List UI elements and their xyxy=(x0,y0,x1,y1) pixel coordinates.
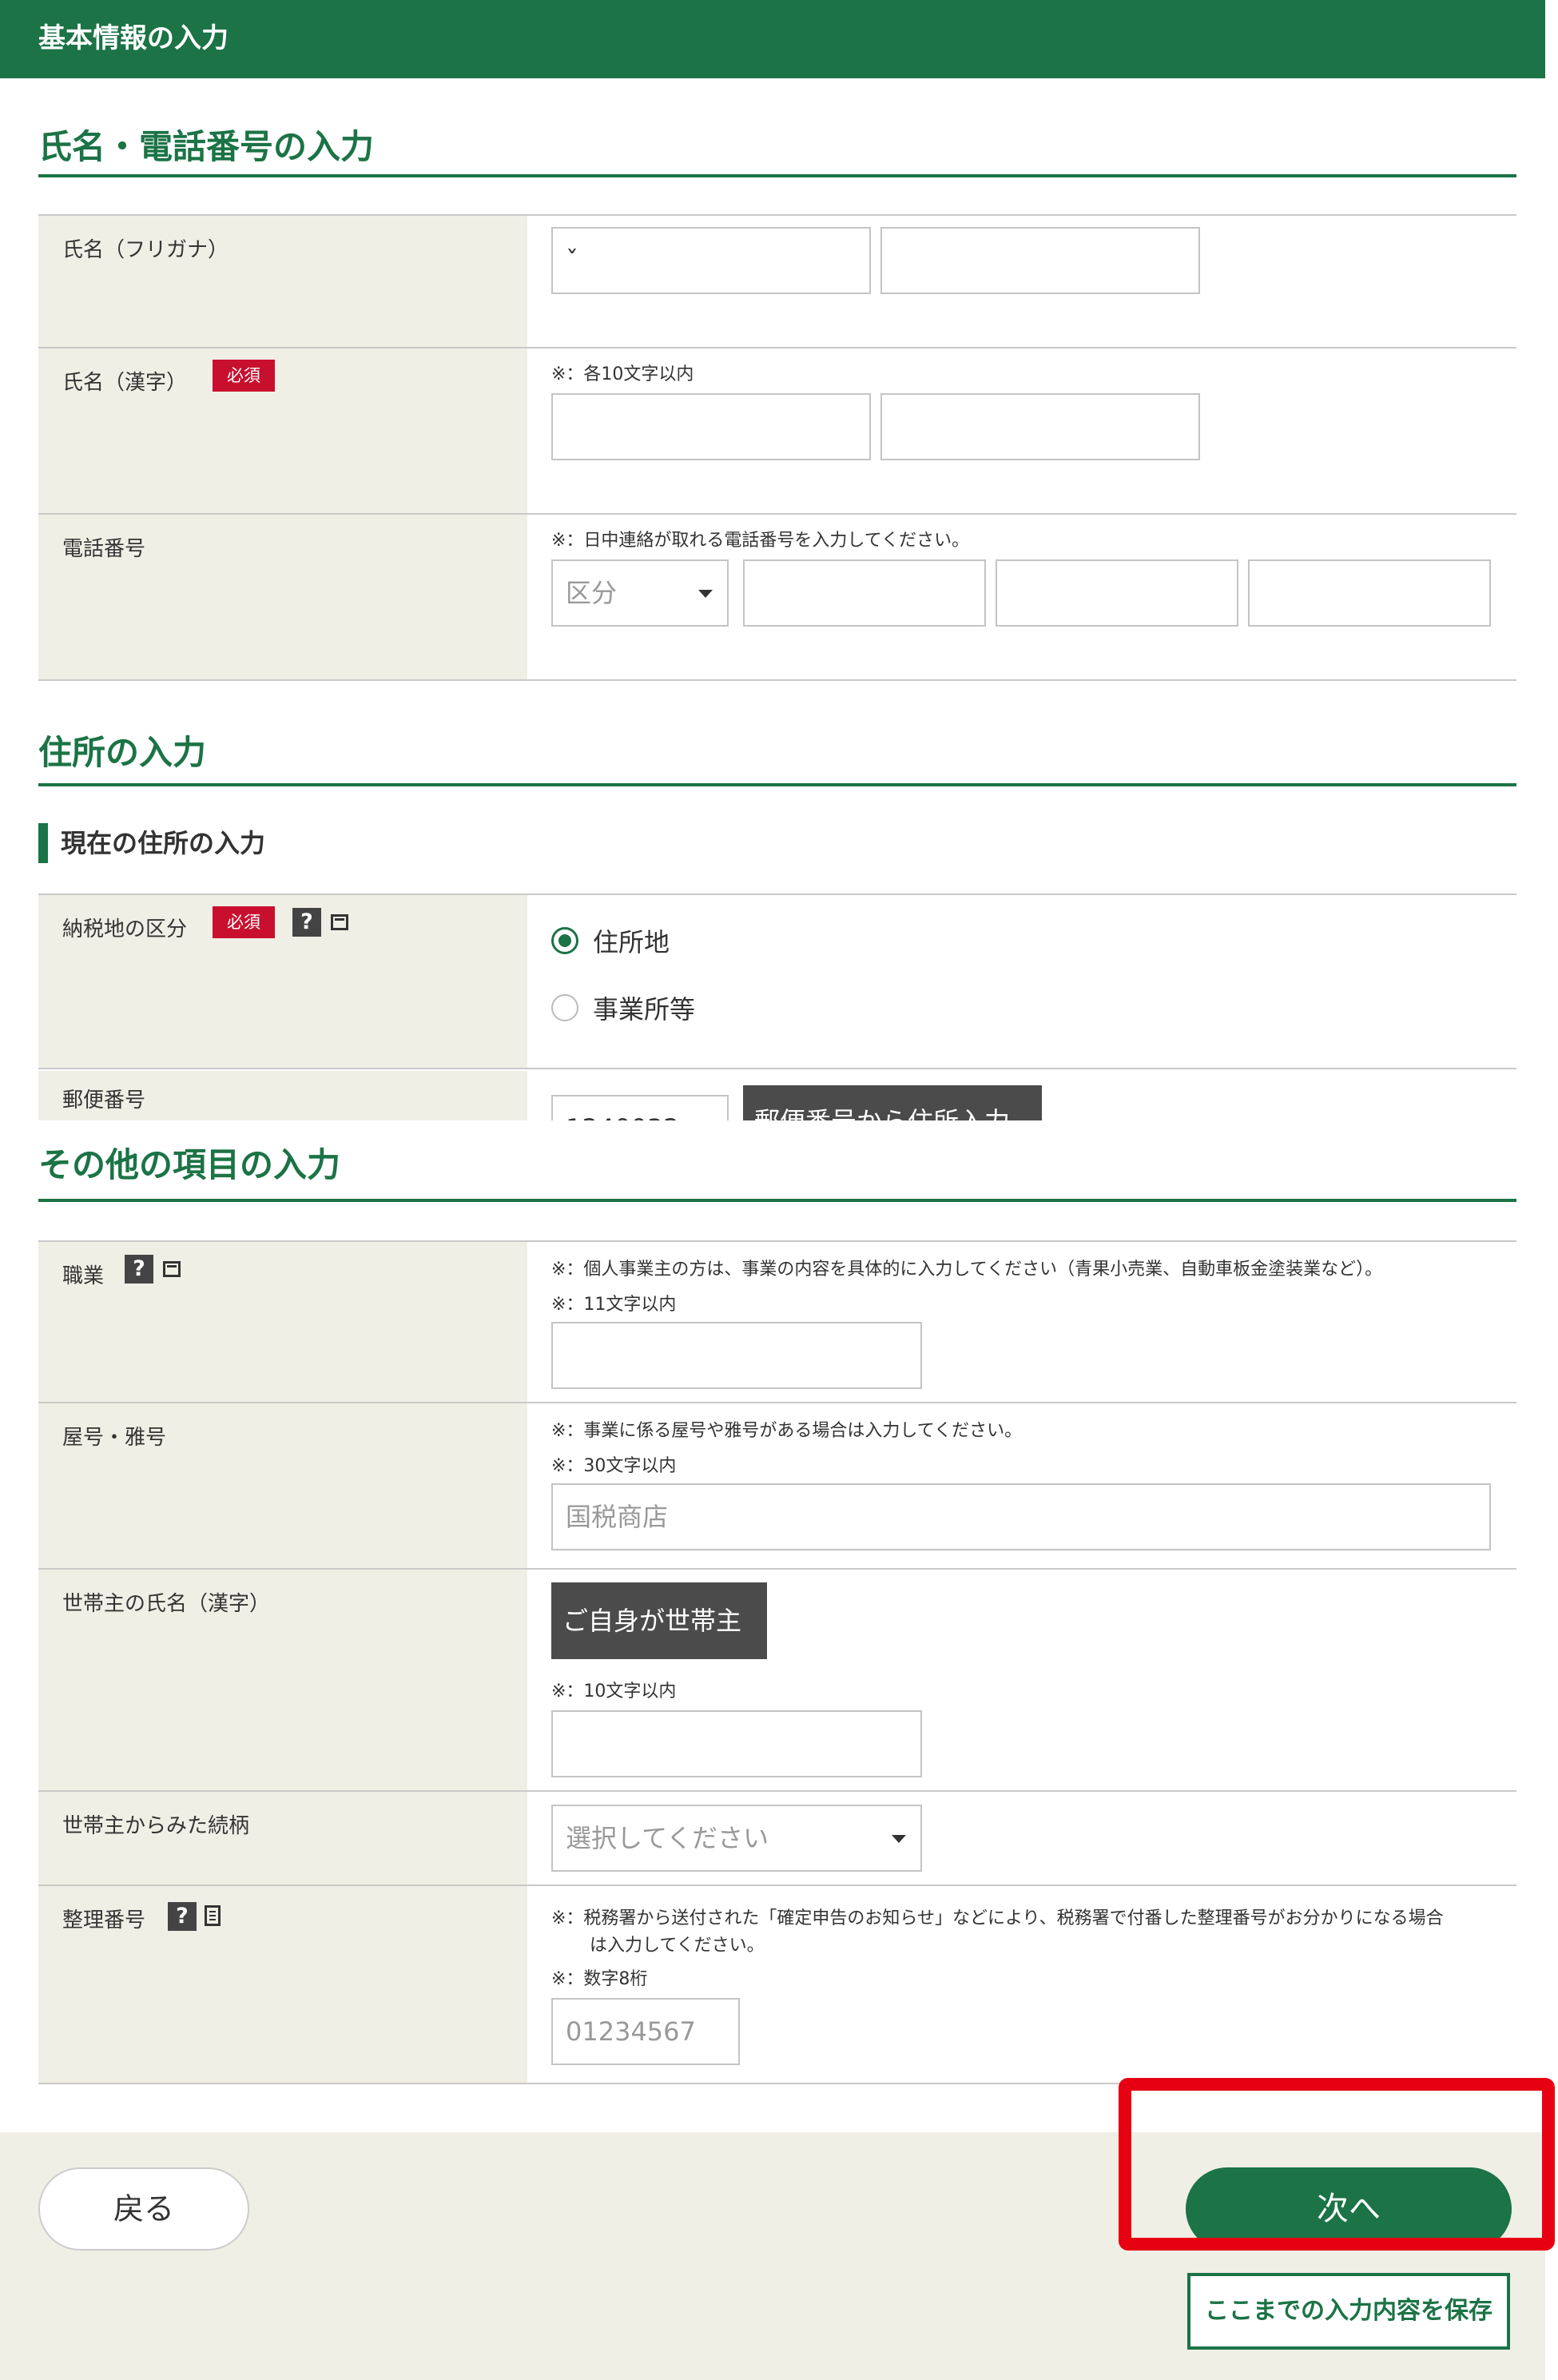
phone-part3-input[interactable] xyxy=(1248,559,1491,627)
row-label-cell: 氏名（フリガナ） xyxy=(38,216,527,347)
phone-type-select[interactable]: 区分 xyxy=(551,559,729,627)
radio-address-label: 住所地 xyxy=(593,927,670,957)
radio-business-place[interactable] xyxy=(551,994,578,1021)
row-label-cell: 世帯主の氏名（漢字） xyxy=(38,1570,527,1790)
row-label-cell: 世帯主からみた続柄 xyxy=(38,1792,527,1884)
label-relation: 世帯主からみた続柄 xyxy=(62,1814,250,1838)
label-ref-number: 整理番号 xyxy=(62,1908,146,1932)
row-trade-name: 屋号・雅号 ※：事業に係る屋号や雅号がある場合は入力してください。 ※：30文字… xyxy=(38,1403,1516,1570)
label-occupation: 職業 xyxy=(62,1264,105,1288)
chevron-down-icon xyxy=(892,1835,906,1843)
label-kanji-name: 氏名（漢字） xyxy=(62,371,188,395)
kanji-first-input[interactable] xyxy=(880,393,1200,460)
row-occupation: 職業 ? ※：個人事業主の方は、事業の内容を具体的に入力してください（青果小売業… xyxy=(38,1242,1516,1403)
row-label-cell: 屋号・雅号 xyxy=(38,1403,527,1568)
help-icon[interactable]: ? xyxy=(292,908,321,937)
row-phone: 電話番号 ※：日中連絡が取れる電話番号を入力してください。 区分 xyxy=(38,515,1516,681)
section-title-address: 住所の入力 xyxy=(38,726,1516,786)
trade-name-note-1: ※：事業に係る屋号や雅号がある場合は入力してください。 xyxy=(551,1421,1023,1441)
label-trade-name: 屋号・雅号 xyxy=(62,1426,167,1450)
subsection-title-current-address: 現在の住所の入力 xyxy=(38,823,265,863)
row-label-cell: 電話番号 xyxy=(38,515,527,679)
row-postal: 郵便番号 1240032 郵便番号から住所入力 xyxy=(38,1071,1516,1120)
row-ref-number: 整理番号 ? ※：税務署から送付された「確定申告のお知らせ」などにより、税務署で… xyxy=(38,1886,1516,2084)
chevron-down-icon xyxy=(698,590,713,598)
row-label-cell: 整理番号 ? xyxy=(38,1886,527,2083)
label-furigana: 氏名（フリガナ） xyxy=(62,238,229,262)
kanji-note: ※：各10文字以内 xyxy=(551,364,694,384)
furigana-last-input[interactable]: ˇ xyxy=(551,227,871,294)
trade-name-note-2: ※：30文字以内 xyxy=(551,1456,677,1476)
ref-note-1: ※：税務署から送付された「確定申告のお知らせ」などにより、税務署で付番した整理番… xyxy=(551,1908,1444,1928)
new-window-icon[interactable] xyxy=(163,1261,181,1277)
section-title-name-phone: 氏名・電話番号の入力 xyxy=(38,120,1516,177)
radio-address[interactable] xyxy=(551,927,578,954)
page-title: 基本情報の入力 xyxy=(38,22,229,54)
document-icon[interactable] xyxy=(205,1905,221,1926)
relation-select-value: 選択してください xyxy=(566,1823,769,1853)
page-header: 基本情報の入力 xyxy=(0,0,1545,78)
row-label-cell: 職業 ? xyxy=(38,1242,527,1402)
phone-note: ※：日中連絡が取れる電話番号を入力してください。 xyxy=(551,531,970,551)
row-householder: 世帯主の氏名（漢字） ご自身が世帯主 ※：10文字以内 xyxy=(38,1570,1516,1792)
row-kanji-name: 氏名（漢字） 必須 ※：各10文字以内 xyxy=(38,348,1516,515)
row-label-cell: 郵便番号 xyxy=(38,1071,527,1120)
new-window-icon[interactable] xyxy=(331,914,348,930)
help-icon[interactable]: ? xyxy=(125,1255,153,1284)
label-phone: 電話番号 xyxy=(62,537,146,561)
householder-name-input[interactable] xyxy=(551,1710,922,1777)
required-badge: 必須 xyxy=(213,906,275,938)
radio-business-place-label: 事業所等 xyxy=(593,994,696,1025)
row-furigana: 氏名（フリガナ） ˇ xyxy=(38,216,1516,348)
label-tax-place: 納税地の区分 xyxy=(62,917,188,941)
row-relation: 世帯主からみた続柄 選択してください xyxy=(38,1792,1516,1886)
householder-note: ※：10文字以内 xyxy=(551,1682,677,1701)
ref-note-1b: は入力してください。 xyxy=(590,1936,765,1956)
furigana-first-input[interactable] xyxy=(880,227,1200,294)
phone-part2-input[interactable] xyxy=(996,559,1238,627)
occupation-input[interactable] xyxy=(551,1322,922,1389)
ref-number-input[interactable]: 01234567 xyxy=(551,1998,740,2065)
back-button[interactable]: 戻る xyxy=(38,2167,249,2251)
postal-code-input[interactable]: 1240032 xyxy=(551,1095,729,1120)
phone-type-value: 区分 xyxy=(566,578,618,608)
postal-row-clip: 郵便番号 1240032 郵便番号から住所入力 xyxy=(0,1071,1545,1120)
help-icon[interactable]: ? xyxy=(168,1902,197,1931)
highlight-box xyxy=(1119,2078,1555,2251)
required-badge: 必須 xyxy=(213,360,275,392)
label-postal: 郵便番号 xyxy=(62,1089,146,1112)
row-label-cell: 納税地の区分 必須 ? xyxy=(38,895,527,1068)
row-label-cell: 氏名（漢字） 必須 xyxy=(38,348,527,513)
phone-part1-input[interactable] xyxy=(743,559,986,627)
ref-note-2: ※：数字8桁 xyxy=(551,1969,648,1989)
relation-select[interactable]: 選択してください xyxy=(551,1805,922,1872)
trade-name-input[interactable]: 国税商店 xyxy=(551,1483,1491,1550)
self-is-householder-button[interactable]: ご自身が世帯主 xyxy=(551,1582,767,1659)
kanji-last-input[interactable] xyxy=(551,393,871,460)
row-tax-place: 納税地の区分 必須 ? 住所地 事業所等 xyxy=(38,895,1516,1069)
section-title-other: その他の項目の入力 xyxy=(38,1132,1516,1202)
occupation-note-1: ※：個人事業主の方は、事業の内容を具体的に入力してください（青果小売業、自動車板… xyxy=(551,1260,1383,1280)
occupation-note-2: ※：11文字以内 xyxy=(551,1295,677,1315)
postal-lookup-button[interactable]: 郵便番号から住所入力 xyxy=(743,1085,1042,1120)
save-progress-button[interactable]: ここまでの入力内容を保存 xyxy=(1187,2273,1510,2350)
label-householder: 世帯主の氏名（漢字） xyxy=(62,1592,271,1616)
